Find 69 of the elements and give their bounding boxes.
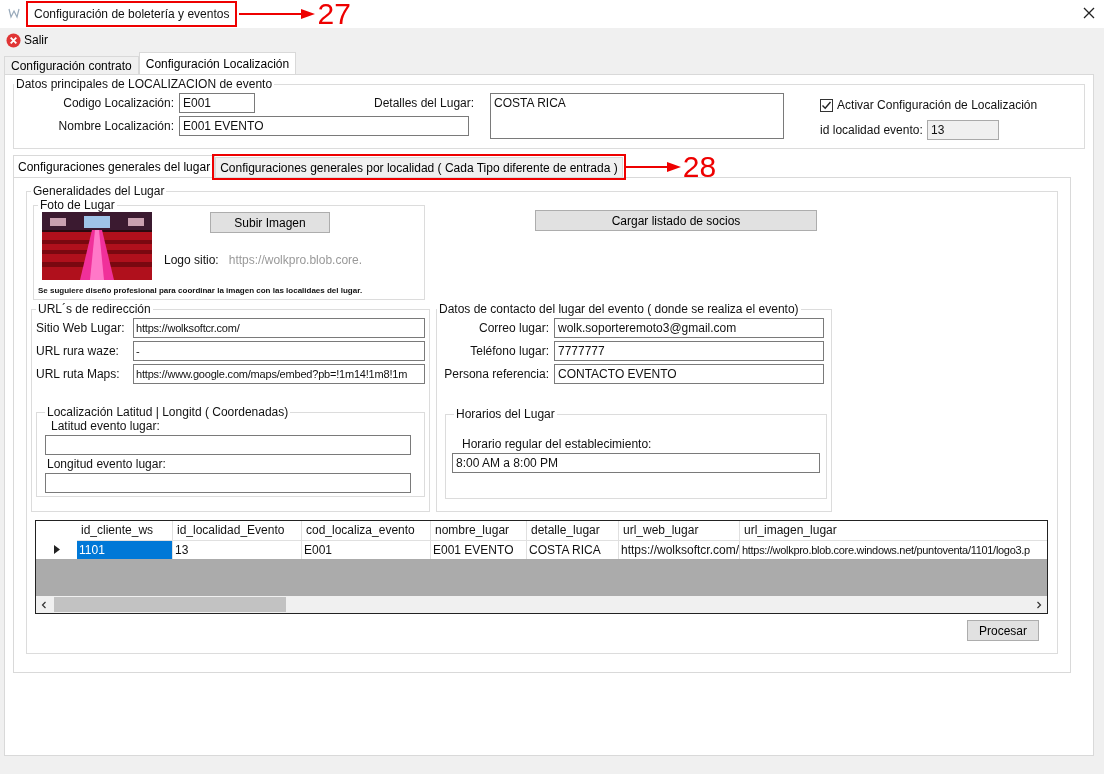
table-cell[interactable]: 1101 (77, 540, 173, 559)
column-header[interactable]: cod_localiza_evento (302, 521, 431, 540)
input-field[interactable]: E001 EVENTO (179, 115, 469, 136)
group-title: Localización Latitud | Longitd ( Coordenadas) (46, 405, 290, 419)
input-field[interactable]: 13 (927, 119, 1000, 140)
window-title: Configuración de boletería y eventos (33, 6, 231, 23)
process-button[interactable]: Procesar (967, 620, 1039, 641)
logo-url: https://wolkpro.blob.core. (228, 253, 363, 267)
group-title: Datos de contacto del lugar del evento ( donde se realiza el evento) (438, 302, 800, 316)
column-header[interactable]: url_imagen_lugar (740, 521, 1047, 540)
field-label: Teléfono lugar: (469, 343, 549, 358)
group-title: URL´s de redirección (37, 302, 152, 316)
group-title: Foto de Lugar (39, 198, 116, 212)
field-label: URL ruta Maps: (36, 366, 121, 381)
checkbox[interactable]: Activar Configuración de Localización (820, 95, 1038, 115)
callout-number: 27 (317, 0, 351, 29)
input-field[interactable]: 8:00 AM a 8:00 PM (452, 453, 820, 473)
column-header[interactable]: nombre_lugar (431, 521, 527, 540)
input-field[interactable]: wolk.soporteremoto3@gmail.com (554, 317, 824, 338)
horizontal-scrollbar[interactable] (36, 596, 1047, 613)
field-label: Correo lugar: (477, 320, 549, 335)
input-field[interactable] (45, 435, 411, 455)
close-circle-icon (6, 32, 21, 48)
field-label: Codigo Localización: (62, 95, 174, 110)
scroll-left-icon[interactable] (40, 600, 48, 609)
field-label: Latitud evento lugar: (51, 419, 161, 433)
input-field[interactable]: 7777777 (554, 340, 824, 361)
input-field[interactable]: CONTACTO EVENTO (554, 363, 824, 384)
text-area[interactable]: COSTA RICA (490, 93, 785, 139)
table-cell[interactable]: E001 EVENTO (431, 540, 527, 559)
hint-text: Se suguiere diseño profesional para coordinar la imagen con las localidaes del lugar. (38, 286, 364, 295)
field-label: Persona referencia: (443, 366, 549, 381)
close-icon[interactable] (1083, 7, 1095, 19)
field-label: Detalles del Lugar: (374, 96, 475, 112)
upload-button[interactable]: Subir Imagen (210, 212, 330, 233)
load-button[interactable]: Cargar listado de socios (535, 210, 817, 231)
group-title: Datos principales de LOCALIZACION de evento (15, 77, 274, 91)
callout-number: 28 (682, 152, 717, 182)
exit-button[interactable]: Salir (6, 32, 48, 48)
input-field[interactable] (45, 473, 411, 493)
input-field[interactable]: E001 (179, 92, 255, 113)
group-title: Generalidades del Lugar (32, 184, 166, 198)
table-cell[interactable]: COSTA RICA (527, 540, 619, 559)
field-label: URL rura waze: (36, 343, 120, 358)
field-label: Sitio Web Lugar: (36, 320, 126, 335)
field-label: Logo sitio: (164, 253, 219, 267)
table-cell[interactable]: https://wolkpro.blob.core.windows.net/puntoventa/1101/logo3.p (740, 540, 1047, 559)
column-header[interactable]: id_localidad_Evento (173, 521, 302, 540)
tab[interactable]: Configuraciones generales por localidad ( Cada Tipo diferente de entrada ) (215, 157, 623, 177)
callout-arrow (624, 161, 681, 173)
app-icon (8, 7, 20, 21)
column-header[interactable]: url_web_lugar (619, 521, 740, 540)
column-header[interactable]: detalle_lugar (527, 521, 619, 540)
check-icon (821, 99, 833, 111)
tab[interactable]: Configuración Localización (138, 52, 297, 74)
input-field[interactable]: https://www.google.com/maps/embed?pb=!1m14!1m8!1m (133, 363, 425, 384)
field-label: Nombre Localización: (57, 118, 174, 133)
input-field[interactable]: https://wolksoftcr.com/ (133, 317, 425, 338)
group-title: Horarios del Lugar (455, 407, 556, 421)
table-cell[interactable]: E001 (302, 540, 431, 559)
table-cell[interactable]: https://wolksoftcr.com/ (619, 540, 740, 559)
input-field[interactable]: - (133, 340, 425, 361)
field-label: Horario regular del establecimiento: (462, 437, 653, 451)
field-label: id localidad evento: (820, 122, 923, 137)
tab[interactable]: Configuraciones generales del lugar (13, 155, 216, 177)
scroll-right-icon[interactable] (1035, 600, 1043, 609)
field-label: Longitud evento lugar: (47, 457, 167, 471)
table-cell[interactable]: 13 (173, 540, 302, 559)
tab[interactable]: Configuración contrato (4, 56, 139, 74)
